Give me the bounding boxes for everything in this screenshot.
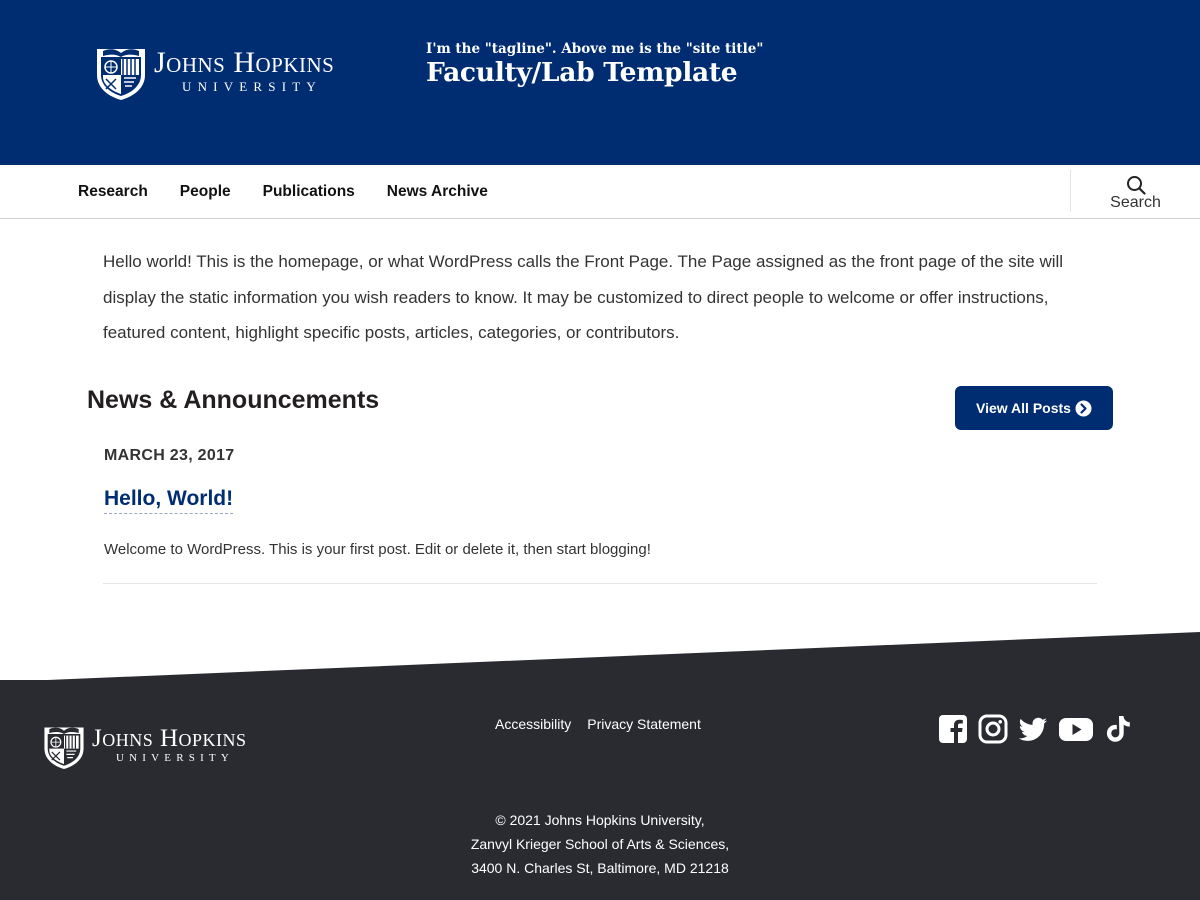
youtube-icon[interactable] — [1058, 714, 1094, 744]
facebook-icon[interactable] — [938, 714, 968, 744]
post-divider — [103, 583, 1097, 584]
footer-logo-name: Johns Hopkins — [92, 725, 247, 752]
site-header: Johns Hopkins University I'm the "taglin… — [0, 0, 1200, 165]
footer-link-privacy-statement[interactable]: Privacy Statement — [587, 716, 701, 732]
site-tagline: I'm the "tagline". Above me is the "site… — [426, 41, 764, 57]
search-toggle-button[interactable]: Search — [1070, 170, 1200, 212]
jhu-shield-icon — [44, 727, 84, 769]
copyright-line: 3400 N. Charles St, Baltimore, MD 21218 — [471, 860, 729, 876]
post-excerpt: Welcome to WordPress. This is your first… — [104, 541, 651, 558]
footer-logo-university: University — [116, 752, 234, 764]
twitter-icon[interactable] — [1018, 714, 1048, 744]
view-all-posts-button[interactable]: View All Posts — [955, 386, 1113, 430]
instagram-icon[interactable] — [978, 714, 1008, 744]
footer-link-accessibility[interactable]: Accessibility — [495, 716, 571, 732]
logo-name: Johns Hopkins — [154, 46, 335, 79]
social-links — [938, 714, 1144, 744]
footer-wordmark: Johns Hopkins University — [92, 724, 247, 764]
post-date: MARCH 23, 2017 — [104, 447, 235, 464]
news-heading: News & Announcements — [87, 386, 380, 414]
nav-item-publications[interactable]: Publications — [263, 183, 355, 201]
jhu-wordmark: Johns Hopkins University — [154, 45, 334, 95]
main-navigation: Research People Publications News Archiv… — [0, 165, 1200, 219]
nav-item-research[interactable]: Research — [78, 183, 148, 201]
site-title[interactable]: Faculty/Lab Template — [426, 58, 763, 88]
copyright-line: Zanvyl Krieger School of Arts & Sciences… — [470, 836, 730, 852]
nav-menu: Research People Publications News Archiv… — [78, 165, 520, 218]
nav-item-news-archive[interactable]: News Archive — [387, 183, 488, 201]
site-footer: Johns Hopkins University Accessibility P… — [0, 680, 1200, 900]
search-label: Search — [1110, 194, 1161, 211]
intro-text: Hello world! This is the homepage, or wh… — [103, 252, 1064, 342]
search-icon — [1126, 176, 1146, 195]
footer-jhu-logo[interactable]: Johns Hopkins University — [42, 724, 247, 770]
post-title-link[interactable]: Hello, World! — [104, 487, 234, 514]
copyright-text: © 2021 Johns Hopkins University, Zanvyl … — [400, 808, 800, 880]
jhu-logo[interactable]: Johns Hopkins University — [94, 45, 334, 101]
footer-slant-decoration — [0, 632, 1200, 682]
logo-university: University — [182, 79, 322, 94]
jhu-shield-icon — [97, 49, 145, 100]
arrow-circle-right-icon — [1075, 400, 1092, 416]
site-branding: I'm the "tagline". Above me is the "site… — [426, 40, 763, 88]
nav-item-people[interactable]: People — [180, 183, 231, 201]
tiktok-icon[interactable] — [1104, 714, 1134, 744]
copyright-line: © 2021 Johns Hopkins University, — [495, 812, 705, 828]
view-all-posts-label: View All Posts — [976, 400, 1071, 416]
footer-links: Accessibility Privacy Statement — [495, 716, 717, 732]
